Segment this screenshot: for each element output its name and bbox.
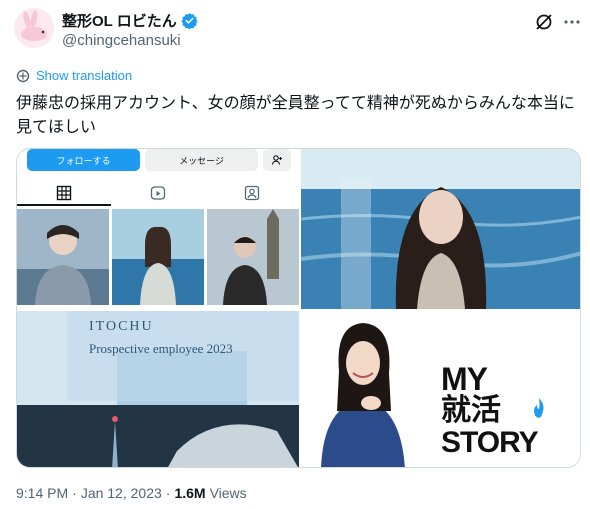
profile-tabs [17, 185, 299, 203]
add-person-icon [263, 149, 291, 171]
views-label: Views [209, 485, 247, 501]
thumbnail-person-1 [17, 209, 109, 305]
add-person-glyph [271, 155, 282, 165]
views-count: 1.6M [174, 485, 206, 501]
thumbnail-person-3 [207, 209, 299, 305]
story-title-my: MY [441, 361, 488, 397]
tab-underline [17, 204, 111, 206]
display-name[interactable]: 整形OL ロビたん [62, 10, 177, 31]
message-button: メッセージ [145, 149, 258, 171]
tweet-date[interactable]: Jan 12, 2023 [81, 485, 162, 501]
show-translation-label: Show translation [36, 68, 133, 83]
thumbnail-person-2 [112, 209, 204, 305]
tweet-text: 伊藤忠の採用アカウント、女の顔が全員整ってて精神が死ぬからみんな本当に見てほしい [16, 95, 575, 136]
translate-icon [16, 69, 30, 82]
grid-icon [56, 185, 72, 201]
story-title-shukatsu: 就活 [441, 394, 501, 427]
meta-separator: · [165, 485, 171, 501]
grok-icon[interactable] [534, 12, 554, 32]
author-handle[interactable]: @chingcehansuki [62, 32, 181, 49]
reels-icon [150, 186, 166, 200]
tweet-time[interactable]: 9:14 PM [16, 485, 68, 501]
tagged-icon [244, 185, 260, 201]
media-image-sea-portrait[interactable] [301, 149, 580, 309]
tweet: 整形OL ロビたん @chingcehansuki Show translati… [0, 0, 590, 509]
avatar[interactable] [14, 8, 54, 48]
media-grid[interactable]: フォローする メッセージ ITOCHU Prospective employee… [16, 148, 581, 468]
verified-badge-icon [181, 13, 198, 29]
itochu-title: ITOCHU [89, 319, 154, 334]
media-image-my-story[interactable]: MY 就活 STORY [301, 311, 580, 467]
meta-separator: · [72, 485, 77, 501]
story-title-story: STORY [441, 426, 539, 459]
media-image-itochu[interactable]: ITOCHU Prospective employee 2023 [17, 311, 299, 467]
media-image-profile[interactable]: フォローする メッセージ [17, 149, 299, 309]
flame-icon [534, 398, 544, 418]
rabbit-avatar-icon [21, 10, 47, 41]
follow-button: フォローする [27, 149, 140, 171]
tweet-meta: 9:14 PM · Jan 12, 2023 · 1.6M Views [16, 485, 247, 501]
more-options-icon[interactable] [562, 12, 582, 32]
itochu-subtitle: Prospective employee 2023 [89, 341, 233, 356]
author-name-row: 整形OL ロビたん [62, 10, 198, 31]
show-translation-link[interactable]: Show translation [16, 68, 132, 83]
